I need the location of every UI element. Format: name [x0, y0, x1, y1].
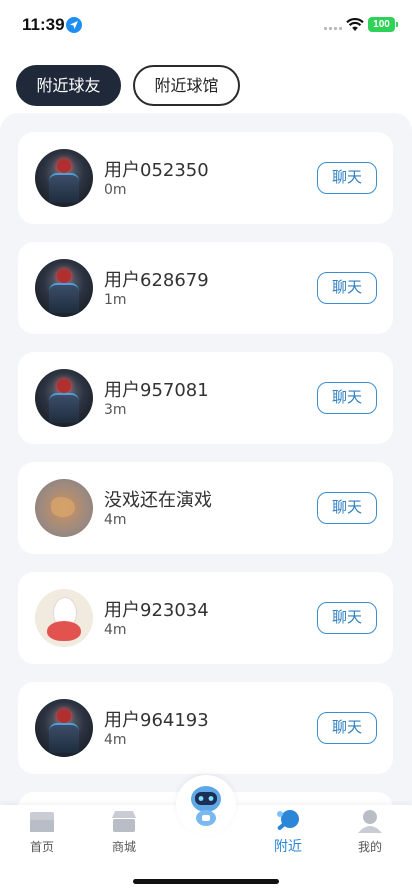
avatar[interactable]: [35, 369, 93, 427]
list-item[interactable]: 没戏还在演戏 4m 聊天: [18, 462, 393, 554]
chat-button[interactable]: 聊天: [317, 162, 377, 194]
chat-button[interactable]: 聊天: [317, 712, 377, 744]
avatar[interactable]: [35, 479, 93, 537]
user-name: 用户964193: [104, 710, 209, 731]
status-bar: 11:39 100: [0, 0, 412, 52]
list-item[interactable]: 用户628679 1m 聊天: [18, 242, 393, 334]
tab-profile-label: 我的: [357, 840, 382, 854]
home-indicator[interactable]: [133, 879, 279, 884]
tab-profile[interactable]: 我的: [340, 809, 400, 855]
list-item[interactable]: 用户052350 0m 聊天: [18, 132, 393, 224]
status-time: 11:39: [22, 15, 65, 34]
avatar[interactable]: [35, 589, 93, 647]
list-item[interactable]: 用户964193 4m 聊天: [18, 682, 393, 774]
user-name: 用户052350: [104, 160, 209, 181]
profile-icon: [356, 809, 384, 833]
user-distance: 4m: [104, 512, 127, 528]
wifi-icon: [346, 17, 364, 36]
tab-shop-label: 商城: [111, 840, 136, 854]
user-distance: 3m: [104, 402, 127, 418]
tab-shop[interactable]: 商城: [94, 809, 154, 855]
chat-button[interactable]: 聊天: [317, 602, 377, 634]
avatar[interactable]: [35, 259, 93, 317]
tab-nearby-venues[interactable]: 附近球馆: [133, 65, 240, 106]
battery-icon: 100: [368, 17, 398, 32]
tab-home[interactable]: 首页: [12, 809, 72, 855]
tab-nearby-players[interactable]: 附近球友: [16, 65, 121, 106]
avatar[interactable]: [35, 699, 93, 757]
user-distance: 4m: [104, 732, 127, 748]
chat-button[interactable]: 聊天: [317, 492, 377, 524]
user-distance: 4m: [104, 622, 127, 638]
list-item[interactable]: 用户923034 4m 聊天: [18, 572, 393, 664]
ping-pong-icon: [274, 809, 302, 833]
shop-icon: [110, 809, 138, 833]
user-name: 用户957081: [104, 380, 209, 401]
signal-icon: [324, 27, 342, 31]
user-list[interactable]: 用户052350 0m 聊天 用户628679 1m 聊天 用户957081 3…: [0, 113, 412, 805]
ai-robot-icon: [186, 783, 226, 827]
location-arrow-icon: [66, 17, 82, 33]
tab-nearby[interactable]: 附近: [258, 809, 318, 856]
chat-button[interactable]: 聊天: [317, 272, 377, 304]
home-icon: [28, 809, 56, 833]
tab-home-label: 首页: [29, 840, 54, 854]
user-name: 用户923034: [104, 600, 209, 621]
user-distance: 0m: [104, 182, 127, 198]
chat-button[interactable]: 聊天: [317, 382, 377, 414]
avatar[interactable]: [35, 149, 93, 207]
tab-nearby-label: 附近: [274, 839, 302, 855]
user-name: 用户628679: [104, 270, 209, 291]
user-name: 没戏还在演戏: [104, 490, 212, 511]
list-item[interactable]: 用户957081 3m 聊天: [18, 352, 393, 444]
ai-assistant-button[interactable]: [176, 775, 236, 835]
user-distance: 1m: [104, 292, 127, 308]
